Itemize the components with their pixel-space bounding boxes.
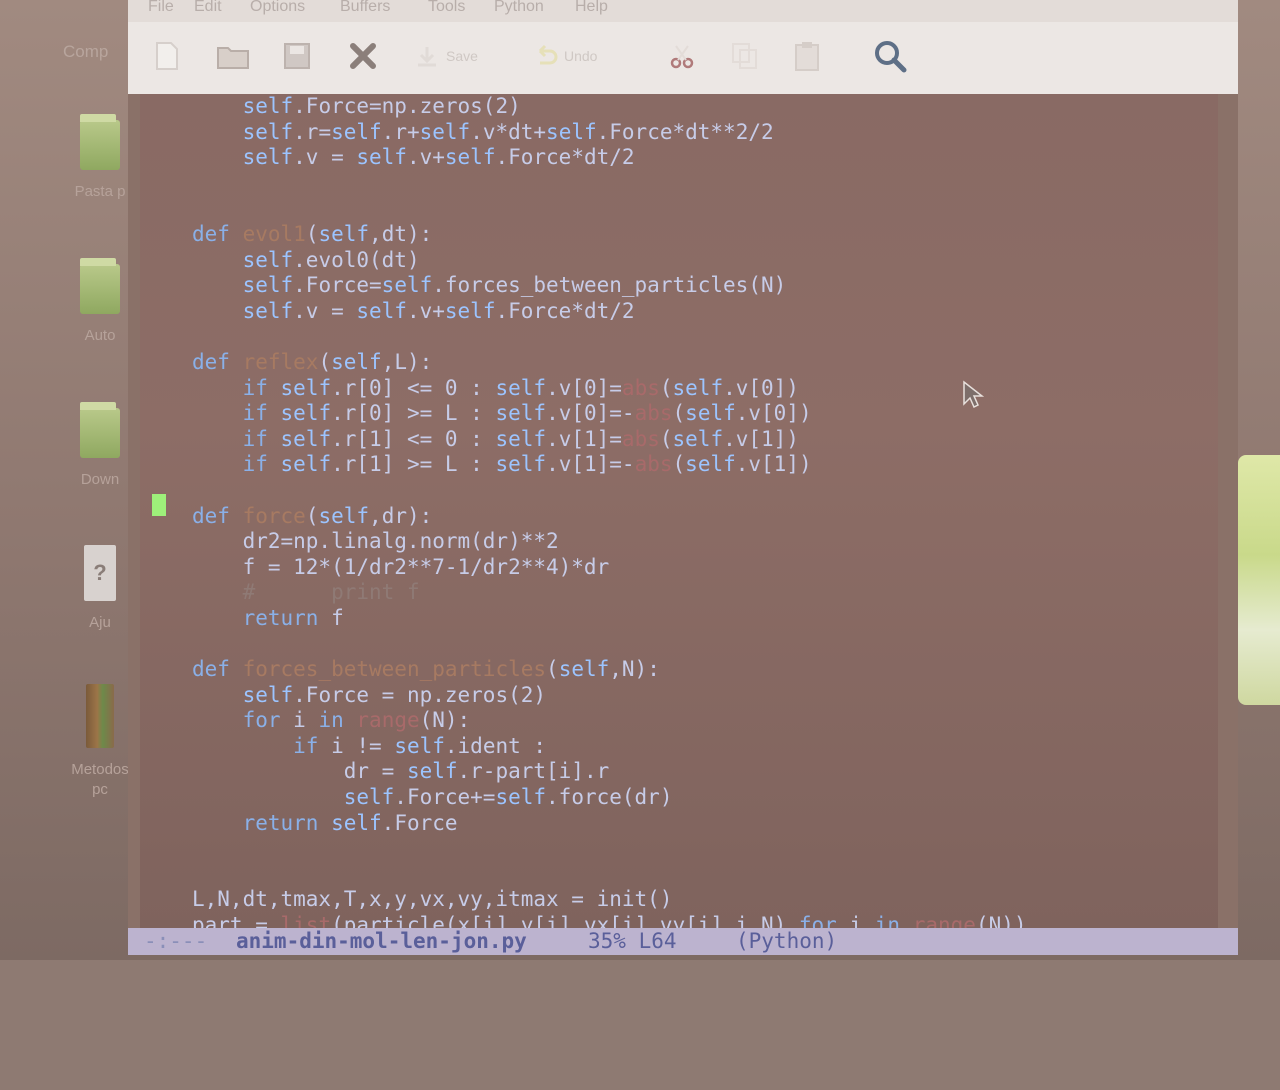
book-icon	[86, 684, 114, 748]
menu-options[interactable]: Options	[250, 0, 305, 22]
code-line: for i in range(N):	[242, 708, 471, 733]
code-line: if self.r[0] >= L : self.v[0]=-abs(self.…	[242, 401, 812, 426]
menu-help[interactable]: Help	[575, 0, 608, 22]
mouse-pointer-icon	[963, 380, 984, 409]
text-cursor	[152, 494, 166, 516]
copy-button[interactable]	[730, 36, 760, 76]
code-line: if self.r[0] <= 0 : self.v[0]=abs(self.v…	[242, 375, 799, 400]
code-line: def reflex(self,L):	[192, 349, 433, 374]
code-line: self.r=self.r+self.v*dt+self.Force*dt**2…	[242, 119, 774, 144]
open-folder-button[interactable]	[216, 36, 250, 76]
code-line: def forces_between_particles(self,N):	[192, 657, 660, 682]
search-icon	[875, 41, 907, 73]
code-line: self.evol0(dt)	[242, 247, 420, 272]
menu-tools[interactable]: Tools	[428, 0, 465, 22]
search-button[interactable]	[872, 36, 908, 76]
code-line: return self.Force	[242, 810, 458, 835]
menu-file[interactable]: File	[148, 0, 174, 22]
code-line: if self.r[1] >= L : self.v[1]=-abs(self.…	[242, 452, 812, 477]
code-line: self.Force+=self.force(dr)	[343, 785, 673, 810]
code-line: part = list(particle(x[i],y[i],vx[i],vy[…	[192, 913, 1027, 929]
code-line: self.v = self.v+self.Force*dt/2	[242, 298, 635, 323]
undo-button[interactable]: Undo	[532, 36, 597, 76]
modeline-major-mode[interactable]: (Python)	[736, 928, 837, 955]
background-window-edge	[1238, 455, 1280, 705]
code-line: L,N,dt,tmax,T,x,y,vx,vy,itmax = init()	[192, 887, 673, 912]
code-line: if self.r[1] <= 0 : self.v[1]=abs(self.v…	[242, 426, 799, 451]
emacs-window: File Edit Options Buffers Tools Python H…	[128, 0, 1238, 955]
new-file-icon	[156, 42, 178, 70]
undo-icon	[538, 44, 558, 65]
code-line: self.Force=self.forces_between_particles…	[242, 273, 787, 298]
editor-buffer[interactable]: self.Force=np.zeros(2) self.r=self.r+sel…	[140, 94, 1218, 929]
new-file-button[interactable]	[154, 36, 180, 76]
folder-icon	[80, 402, 120, 458]
close-button[interactable]	[348, 36, 378, 76]
code-text[interactable]: self.Force=np.zeros(2) self.r=self.r+sel…	[192, 94, 1027, 929]
menu-edit[interactable]: Edit	[194, 0, 222, 22]
code-line: f = 12*(1/dr2**7-1/dr2**4)*dr	[192, 554, 610, 579]
disk-icon	[284, 43, 310, 69]
menu-python[interactable]: Python	[494, 0, 544, 22]
modeline-filename[interactable]: anim-din-mol-len-jon.py	[236, 928, 527, 955]
code-line: if i != self.ident :	[293, 733, 547, 758]
save-button[interactable]: Save	[414, 36, 478, 76]
save-label: Save	[446, 48, 478, 64]
folder-icon	[217, 47, 249, 69]
cut-button[interactable]	[668, 36, 696, 76]
modeline-position: 35% L64	[588, 929, 677, 953]
code-line: self.Force = np.zeros(2)	[242, 682, 547, 707]
code-line: def evol1(self,dt):	[192, 221, 433, 246]
folder-icon	[80, 258, 120, 314]
code-line: return f	[242, 605, 344, 630]
copy-icon	[732, 43, 757, 69]
code-line: dr2=np.linalg.norm(dr)**2	[192, 529, 559, 554]
scissors-icon	[670, 45, 694, 69]
save-icon	[418, 47, 436, 67]
code-line: def force(self,dr):	[192, 503, 433, 528]
toolbar: Save Undo	[128, 22, 1238, 94]
paste-icon	[795, 42, 819, 71]
code-line: self.v = self.v+self.Force*dt/2	[242, 145, 635, 170]
mode-line: -:--- anim-din-mol-len-jon.py 35% L64 (P…	[128, 928, 1238, 955]
folder-icon	[80, 114, 120, 170]
code-line: # print f	[242, 580, 420, 605]
paste-button[interactable]	[792, 36, 822, 76]
modeline-status: -:---	[144, 929, 208, 953]
code-line: self.Force=np.zeros(2)	[242, 94, 521, 118]
desktop-top-label: Comp	[63, 42, 109, 61]
save-disk-button[interactable]	[282, 36, 312, 76]
undo-label: Undo	[564, 48, 598, 64]
help-document-icon: ?	[84, 545, 116, 601]
code-line: dr = self.r-part[i].r	[192, 759, 610, 784]
menu-buffers[interactable]: Buffers	[340, 0, 390, 22]
close-icon	[350, 43, 376, 69]
